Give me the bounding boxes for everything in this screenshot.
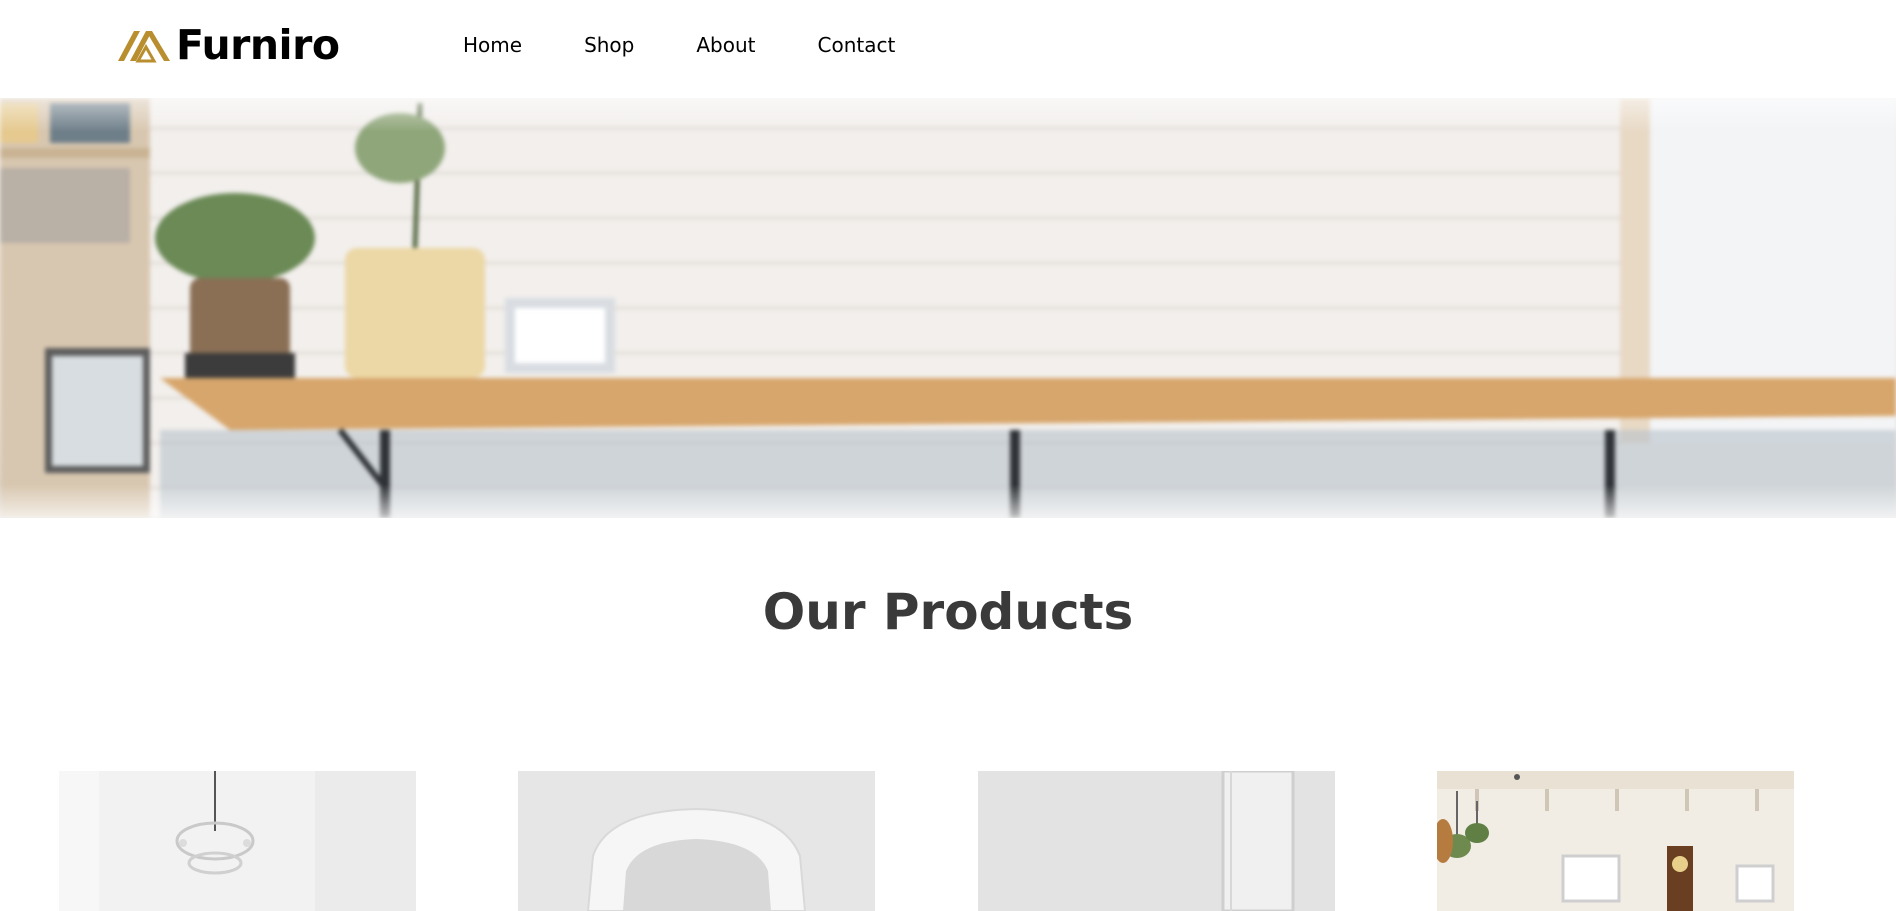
nav-contact[interactable]: Contact [818, 30, 896, 60]
products-title: Our Products [762, 583, 1134, 641]
logo-text: Furniro [176, 21, 340, 69]
nav-about[interactable]: About [696, 30, 755, 60]
product-card[interactable] [518, 771, 875, 911]
chandelier-room-photo [59, 771, 416, 911]
product-card[interactable] [1437, 771, 1794, 911]
nav-home[interactable]: Home [463, 30, 522, 60]
logo[interactable]: Furniro [116, 21, 340, 69]
site-header: Furniro Home Shop About Contact [0, 0, 1896, 98]
nav-shop[interactable]: Shop [584, 30, 634, 60]
white-door-room-photo [978, 771, 1335, 911]
hero-banner [0, 98, 1896, 518]
hero-image [0, 98, 1896, 518]
product-card[interactable] [978, 771, 1335, 911]
white-chair-photo [518, 771, 875, 911]
main-nav: Home Shop About Contact [463, 30, 957, 60]
product-card[interactable] [59, 771, 416, 911]
furniro-logo-mark-icon [118, 31, 170, 63]
living-room-with-clock-photo [1437, 771, 1794, 911]
